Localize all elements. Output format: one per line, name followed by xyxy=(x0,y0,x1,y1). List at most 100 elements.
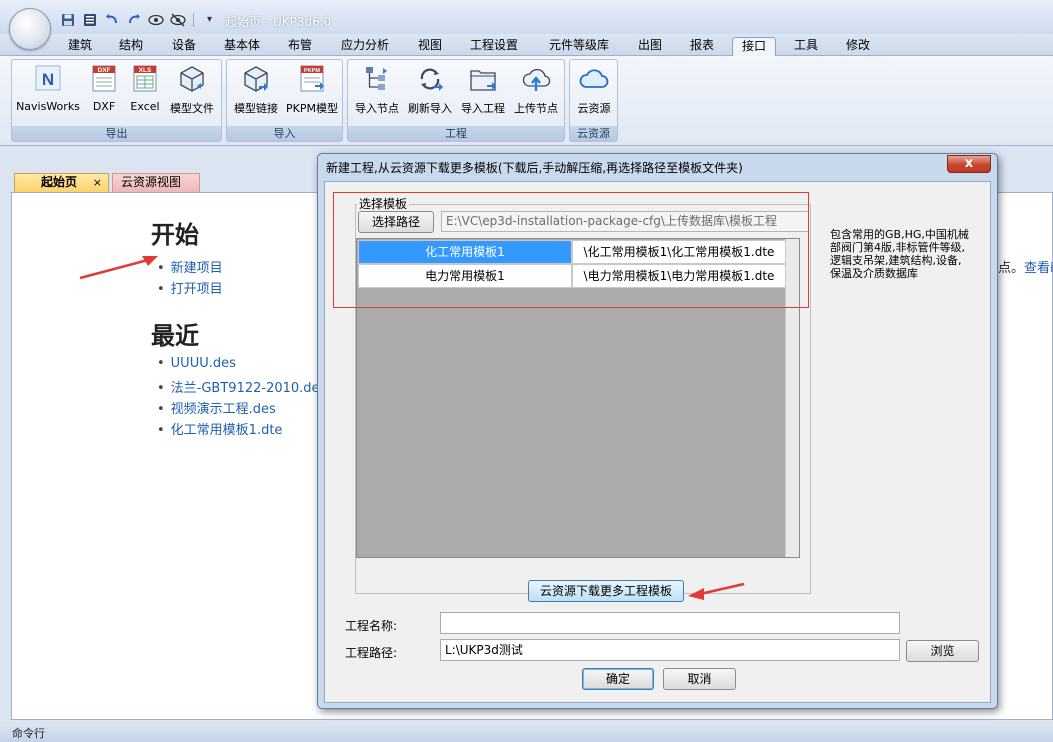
excel-icon: XLS xyxy=(133,65,157,92)
ribbon-group-export-caption: 导出 xyxy=(12,126,221,141)
hide-icon[interactable] xyxy=(168,11,187,28)
view-link[interactable]: 查看i xyxy=(1024,257,1053,276)
tab-modify[interactable]: 修改 xyxy=(838,37,878,56)
bullet: • xyxy=(157,282,165,297)
view-icon[interactable] xyxy=(146,11,165,28)
bullet: • xyxy=(157,423,165,438)
annotation-arrow-icon xyxy=(688,582,745,600)
tab-stress-analysis[interactable]: 应力分析 xyxy=(333,37,397,56)
download-more-templates-button[interactable]: 云资源下载更多工程模板 xyxy=(528,580,684,602)
window-title: 起始页 - UKP3d6.0 xyxy=(225,15,332,29)
model-file-icon xyxy=(180,66,204,92)
navisworks-label: NavisWorks xyxy=(16,100,80,113)
annotation-highlight-box xyxy=(333,192,809,308)
import-node-button[interactable]: 导入节点 xyxy=(351,64,403,118)
pkpm-model-button[interactable]: PKPM PKPM模型 xyxy=(284,64,340,118)
new-project-link[interactable]: • 新建项目 xyxy=(157,257,223,276)
tab-piping[interactable]: 布管 xyxy=(280,37,320,56)
save-as-icon[interactable] xyxy=(80,11,99,28)
recent-file-link[interactable]: • 视频演示工程.des xyxy=(157,398,276,417)
browse-button[interactable]: 浏览 xyxy=(906,640,979,662)
open-project-link[interactable]: • 打开项目 xyxy=(157,278,223,297)
ribbon-group-import: 模型链接 PKPM PKPM模型 导入 xyxy=(226,59,343,142)
project-path-label: 工程路径: xyxy=(345,646,398,660)
title-bar: ▾ 起始页 - UKP3d6.0 xyxy=(0,0,1053,34)
cloud-resource-label: 云资源 xyxy=(577,102,611,115)
annotation-arrow-icon xyxy=(79,256,158,280)
import-node-icon xyxy=(366,67,387,90)
start-heading: 开始 xyxy=(151,221,199,249)
dialog-title: 新建工程,从云资源下载更多模板(下载后,手动解压缩,再选择路径至模板文件夹) xyxy=(326,161,743,175)
pkpm-icon: PKPM xyxy=(300,65,324,92)
recent-file-link[interactable]: • 化工常用模板1.dte xyxy=(157,419,282,438)
import-node-label: 导入节点 xyxy=(355,102,399,115)
bullet: • xyxy=(157,402,165,417)
tab-basic-solid[interactable]: 基本体 xyxy=(216,37,268,56)
project-name-input[interactable] xyxy=(440,612,900,634)
template-description: 包含常用的GB,HG,中国机械部阀门第4版,非标管件等级,逻辑支吊架,建筑结构,… xyxy=(830,228,969,280)
dxf-button[interactable]: DXF DXF xyxy=(84,64,124,118)
ribbon-group-project: 导入节点 刷新导入 导入工程 上传节点 工程 xyxy=(347,59,565,142)
undo-icon[interactable] xyxy=(102,11,121,28)
ribbon-panel: N NavisWorks DXF DXF XLS Excel 模型文件 导出 模… xyxy=(0,56,1053,146)
tab-report[interactable]: 报表 xyxy=(682,37,722,56)
tab-interface[interactable]: 接口 xyxy=(732,37,776,56)
doc-tab-cloud-view[interactable]: 云资源视图 xyxy=(112,173,200,192)
close-icon[interactable]: x xyxy=(947,155,991,173)
upload-node-button[interactable]: 上传节点 xyxy=(510,64,562,118)
recent-file-link[interactable]: • 法兰-GBT9122-2010.des xyxy=(157,377,326,396)
dropdown-icon[interactable]: ▾ xyxy=(200,11,219,28)
model-file-label: 模型文件 xyxy=(170,102,214,115)
ribbon-tab-bar: 建筑 结构 设备 基本体 布管 应力分析 视图 工程设置 元件等级库 出图 报表… xyxy=(0,34,1053,56)
dxf-glyph: DXF xyxy=(98,67,111,74)
refresh-import-button[interactable]: 刷新导入 xyxy=(404,64,456,118)
tab-equipment[interactable]: 设备 xyxy=(164,37,204,56)
ribbon-group-cloud-caption: 云资源 xyxy=(570,126,617,141)
recent-heading: 最近 xyxy=(151,322,199,350)
recent-file-link[interactable]: • UUUU.des xyxy=(157,356,236,371)
refresh-import-label: 刷新导入 xyxy=(408,102,452,115)
navisworks-button[interactable]: N NavisWorks xyxy=(16,64,80,118)
model-link-label: 模型链接 xyxy=(234,102,278,115)
tab-view[interactable]: 视图 xyxy=(410,37,450,56)
tab-project-settings[interactable]: 工程设置 xyxy=(462,37,526,56)
quick-access-toolbar: ▾ xyxy=(58,11,219,28)
redo-icon[interactable] xyxy=(124,11,143,28)
refresh-import-icon xyxy=(420,68,443,91)
qat-separator xyxy=(193,12,194,27)
model-link-button[interactable]: 模型链接 xyxy=(230,64,282,118)
application-menu-button[interactable] xyxy=(9,8,51,50)
tab-architecture[interactable]: 建筑 xyxy=(60,37,100,56)
import-project-label: 导入工程 xyxy=(461,102,505,115)
tab-tools[interactable]: 工具 xyxy=(786,37,826,56)
excel-button[interactable]: XLS Excel xyxy=(126,64,164,118)
cloud-resource-button[interactable]: 云资源 xyxy=(572,64,616,118)
pkpm-model-label: PKPM模型 xyxy=(286,102,338,115)
status-bar: 命令行 xyxy=(0,726,1053,742)
save-icon[interactable] xyxy=(58,11,77,28)
tab-structure[interactable]: 结构 xyxy=(111,37,151,56)
excel-label: Excel xyxy=(130,100,160,113)
import-project-icon xyxy=(470,70,496,91)
tab-component-grade-library[interactable]: 元件等级库 xyxy=(540,37,618,56)
model-link-icon xyxy=(244,66,268,92)
ribbon-group-project-caption: 工程 xyxy=(348,126,564,141)
dxf-label: DXF xyxy=(92,100,116,113)
project-path-input[interactable]: L:\UKP3d测试 xyxy=(440,639,900,661)
doc-tab-start-page[interactable]: 起始页 × xyxy=(14,173,109,192)
ok-button[interactable]: 确定 xyxy=(582,668,654,690)
bullet: • xyxy=(157,356,165,371)
upload-node-icon xyxy=(522,68,551,91)
navisworks-icon: N xyxy=(35,65,61,91)
ribbon-group-import-caption: 导入 xyxy=(227,126,342,141)
pkpm-glyph: PKPM xyxy=(304,68,320,74)
upload-node-label: 上传节点 xyxy=(514,102,558,115)
bullet: • xyxy=(157,381,165,396)
doc-tab-start-label: 起始页 xyxy=(41,175,78,189)
tab-drawing[interactable]: 出图 xyxy=(630,37,670,56)
ribbon-group-export: N NavisWorks DXF DXF XLS Excel 模型文件 导出 xyxy=(11,59,222,142)
cancel-button[interactable]: 取消 xyxy=(663,668,736,690)
import-project-button[interactable]: 导入工程 xyxy=(457,64,509,118)
model-file-button[interactable]: 模型文件 xyxy=(166,64,218,118)
close-icon[interactable]: × xyxy=(93,174,102,191)
